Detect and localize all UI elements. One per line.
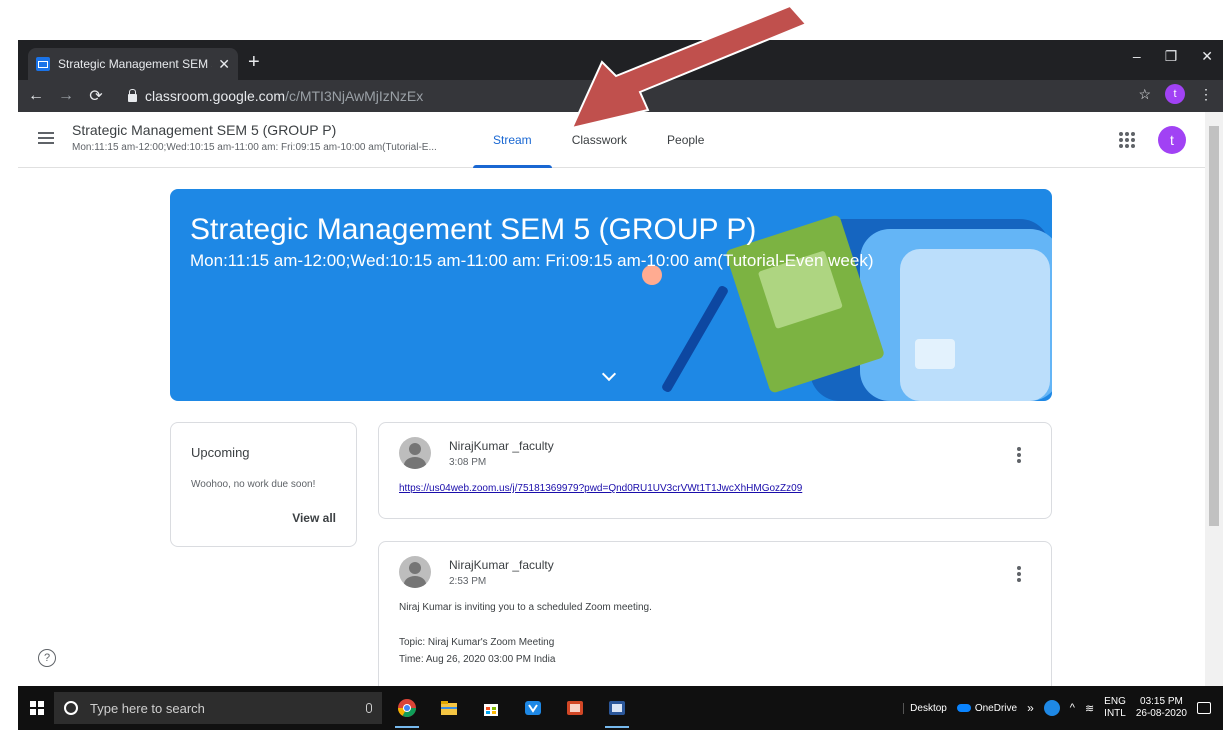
class-banner: Strategic Management SEM 5 (GROUP P) Mon… — [170, 189, 1052, 401]
post-author: NirajKumar _faculty — [449, 439, 554, 453]
post-time: 2:53 PM — [449, 576, 487, 587]
main-menu-icon[interactable] — [38, 132, 54, 144]
more-options-icon[interactable] — [1017, 447, 1021, 463]
taskbar-clock[interactable]: 03:15 PM 26-08-2020 — [1136, 696, 1187, 720]
app-taskbar-icon[interactable] — [519, 694, 547, 722]
close-window-icon[interactable]: ✕ — [1201, 48, 1213, 65]
clock-date: 26-08-2020 — [1135, 708, 1187, 719]
onedrive-label: OneDrive — [974, 702, 1018, 714]
system-tray: Desktop OneDrive » ^ ≋ ENG INTL 03:15 PM 2… — [903, 686, 1211, 730]
account-avatar[interactable]: t — [1158, 126, 1186, 154]
file-explorer-taskbar-icon[interactable] — [435, 694, 463, 722]
store-taskbar-icon[interactable] — [477, 694, 505, 722]
onedrive-cloud-icon — [956, 704, 971, 712]
language-indicator[interactable]: ENG INTL — [1104, 696, 1126, 720]
post-text-line: Niraj Kumar is inviting you to a schedul… — [399, 602, 652, 613]
post-text-line: Time: Aug 26, 2020 03:00 PM India — [399, 654, 556, 665]
tab-close-icon[interactable]: ✕ — [218, 56, 230, 73]
stream-post: NirajKumar _faculty 3:08 PM https://us04… — [378, 422, 1052, 519]
browser-tab[interactable]: Strategic Management SEM 5 (GI ✕ — [28, 48, 238, 80]
chevron-up-icon[interactable]: ^ — [1070, 702, 1075, 714]
lang-bottom: INTL — [1104, 708, 1126, 719]
new-tab-icon[interactable]: + — [248, 52, 260, 72]
screen: Strategic Management SEM 5 (GI ✕ + – ❐ ✕… — [0, 0, 1223, 730]
author-avatar — [399, 437, 431, 469]
clock-time: 03:15 PM — [1140, 696, 1183, 707]
help-tray-icon[interactable] — [1043, 700, 1060, 716]
word-taskbar-icon[interactable] — [603, 694, 631, 728]
upcoming-heading: Upcoming — [191, 445, 250, 460]
page-scrollbar[interactable] — [1205, 112, 1223, 686]
classroom-favicon-icon — [36, 57, 50, 71]
url-host: classroom.google.com — [145, 88, 286, 104]
microphone-icon[interactable] — [366, 703, 372, 713]
class-title[interactable]: Strategic Management SEM 5 (GROUP P) — [72, 122, 336, 138]
author-avatar — [399, 556, 431, 588]
reload-icon[interactable]: ⟳ — [84, 86, 108, 106]
banner-title: Strategic Management SEM 5 (GROUP P) — [190, 213, 757, 246]
notifications-icon[interactable] — [1197, 702, 1211, 714]
restore-icon[interactable]: ❐ — [1165, 48, 1178, 65]
post-text-line: Topic: Niraj Kumar's Zoom Meeting — [399, 637, 555, 648]
tab-title: Strategic Management SEM 5 (GI — [58, 57, 212, 71]
back-icon[interactable]: ← — [24, 87, 48, 105]
help-icon[interactable]: ? — [38, 649, 56, 667]
chrome-taskbar-icon[interactable] — [393, 694, 421, 728]
google-apps-icon[interactable] — [1119, 132, 1135, 148]
class-schedule: Mon:11:15 am-12:00;Wed:10:15 am-11:00 am… — [72, 142, 437, 153]
more-options-icon[interactable] — [1017, 566, 1021, 582]
post-time: 3:08 PM — [449, 457, 487, 468]
forward-icon[interactable]: → — [54, 87, 78, 105]
lang-top: ENG — [1104, 696, 1126, 707]
toolbar-right: ☆ t ⋮ — [1138, 84, 1213, 104]
banner-subtitle: Mon:11:15 am-12:00;Wed:10:15 am-11:00 am… — [190, 251, 874, 270]
post-link[interactable]: https://us04web.zoom.us/j/75181369979?pw… — [399, 483, 802, 494]
desktop-toolbar[interactable]: Desktop — [903, 702, 947, 714]
url-path: /c/MTI3NjAwMjIzNzEx — [285, 88, 424, 104]
minimize-icon[interactable]: – — [1133, 48, 1141, 65]
stream-post: NirajKumar _faculty 2:53 PM Niraj Kumar … — [378, 541, 1052, 701]
browser-menu-icon[interactable]: ⋮ — [1199, 86, 1213, 103]
taskbar-search-placeholder: Type here to search — [90, 700, 205, 716]
browser-profile-avatar[interactable]: t — [1165, 84, 1185, 104]
window-controls: – ❐ ✕ — [1133, 48, 1213, 65]
upcoming-card: Upcoming Woohoo, no work due soon! View … — [170, 422, 357, 547]
taskbar-apps — [393, 694, 631, 728]
wifi-icon[interactable]: ≋ — [1085, 702, 1094, 715]
cortana-icon — [64, 701, 78, 715]
chevron-double-right-icon[interactable]: » — [1027, 701, 1034, 715]
windows-start-icon[interactable] — [30, 701, 44, 715]
taskbar-search[interactable]: Type here to search — [54, 692, 382, 724]
annotation-arrow-icon — [570, 4, 808, 130]
powerpoint-taskbar-icon[interactable] — [561, 694, 589, 722]
view-all-link[interactable]: View all — [292, 511, 336, 525]
onedrive-toolbar[interactable]: OneDrive — [956, 702, 1018, 714]
scrollbar-thumb[interactable] — [1209, 126, 1219, 526]
windows-taskbar: Type here to search Desktop OneDrive » ^… — [18, 686, 1223, 730]
upcoming-message: Woohoo, no work due soon! — [191, 479, 316, 490]
bookmark-star-icon[interactable]: ☆ — [1138, 86, 1151, 103]
post-author: NirajKumar _faculty — [449, 558, 554, 572]
tab-stream[interactable]: Stream — [473, 112, 552, 168]
lock-icon — [128, 89, 137, 102]
